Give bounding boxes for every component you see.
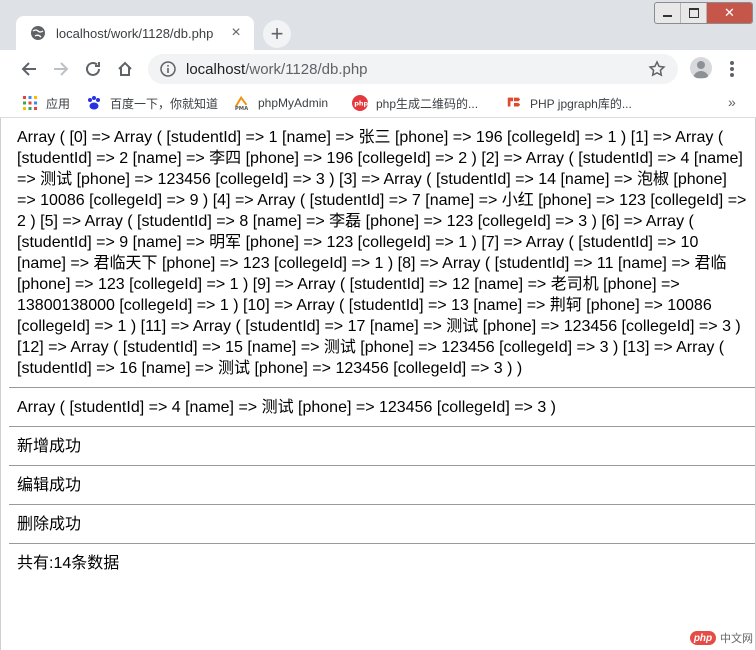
divider — [9, 504, 755, 505]
maximize-button[interactable] — [681, 3, 707, 23]
close-window-button[interactable]: ✕ — [707, 3, 752, 23]
site-watermark: php 中文网 — [690, 628, 753, 648]
toolbar: localhost/work/1128/db.php — [0, 50, 756, 88]
tab-title: localhost/work/1128/db.php — [56, 25, 214, 41]
bookmark-baidu[interactable]: 百度一下，你就知道 — [86, 94, 218, 112]
globe-icon — [30, 25, 46, 41]
url-path: /work/1128/db.php — [245, 60, 368, 78]
bookmark-label: PHP jpgraph库的... — [530, 96, 632, 111]
plus-icon: + — [270, 21, 284, 46]
reload-icon — [86, 61, 100, 76]
bookmark-apps[interactable]: 应用 — [22, 94, 70, 112]
person-icon — [693, 61, 709, 78]
back-button[interactable] — [16, 56, 42, 82]
divider — [9, 543, 755, 544]
bookmark-label: php生成二维码的... — [376, 96, 479, 111]
divider — [9, 387, 755, 388]
bookmarks-bar: 应用 百度一下，你就知道 PMA phpMyAdmin php php生成二维码… — [0, 88, 756, 118]
close-tab-icon[interactable]: × — [228, 25, 244, 41]
maximize-icon — [688, 8, 699, 18]
array-dump-all: Array ( [0] => Array ( [studentId] => 1 … — [17, 129, 747, 377]
browser-window: localhost/work/1128/db.php × + ✕ localho… — [0, 0, 756, 650]
minimize-button[interactable] — [655, 3, 681, 23]
array-dump-single: Array ( [studentId] => 4 [name] => 测试 [p… — [17, 399, 557, 416]
home-button[interactable] — [112, 56, 138, 82]
new-tab-button[interactable]: + — [263, 20, 291, 48]
bookmark-label: 应用 — [46, 96, 71, 111]
profile-avatar[interactable] — [690, 57, 712, 79]
message-delete-success: 删除成功 — [17, 516, 82, 533]
window-controls: ✕ — [654, 2, 753, 24]
tab-strip: localhost/work/1128/db.php × + ✕ — [0, 0, 756, 50]
bookmark-phpmyadmin[interactable]: PMA phpMyAdmin — [234, 94, 328, 112]
forward-button[interactable] — [48, 56, 74, 82]
svg-text:PMA: PMA — [235, 106, 249, 111]
php-logo-icon: php — [690, 631, 716, 645]
php-red-icon: php — [352, 95, 368, 111]
page-content: Array ( [0] => Array ( [studentId] => 1 … — [9, 127, 755, 574]
bookmark-php-qrcode[interactable]: php php生成二维码的... — [352, 94, 478, 112]
message-edit-success: 编辑成功 — [17, 477, 82, 494]
message-add-success: 新增成功 — [17, 438, 82, 455]
arrow-left-icon — [21, 62, 36, 76]
jpgraph-icon — [506, 95, 522, 111]
bookmark-jpgraph[interactable]: PHP jpgraph库的... — [506, 94, 632, 112]
close-icon: ✕ — [724, 5, 735, 20]
baidu-paw-icon — [86, 95, 102, 111]
bookmarks-overflow-icon[interactable]: » — [728, 94, 736, 110]
url-host: localhost — [186, 60, 246, 78]
tab-active[interactable]: localhost/work/1128/db.php × — [16, 16, 254, 50]
bookmark-label: phpMyAdmin — [258, 96, 329, 110]
url-text[interactable]: localhost/work/1128/db.php — [186, 61, 368, 78]
phpmyadmin-icon: PMA — [234, 95, 250, 111]
message-total-count: 共有:14条数据 — [17, 555, 120, 572]
bookmark-label: 百度一下，你就知道 — [110, 96, 219, 111]
svg-text:php: php — [354, 100, 368, 108]
watermark-site-name: 中文网 — [720, 633, 753, 645]
arrow-right-icon — [54, 62, 69, 76]
more-menu-icon[interactable] — [724, 59, 740, 79]
home-icon — [118, 61, 132, 76]
bookmark-star-icon[interactable] — [648, 60, 666, 78]
page-viewport: Array ( [0] => Array ( [studentId] => 1 … — [0, 118, 756, 650]
divider — [9, 426, 755, 427]
reload-button[interactable] — [80, 56, 106, 82]
minimize-icon — [663, 15, 672, 17]
info-icon[interactable] — [160, 61, 176, 77]
address-bar[interactable]: localhost/work/1128/db.php — [148, 54, 678, 84]
divider — [9, 465, 755, 466]
apps-grid-icon — [22, 95, 38, 111]
